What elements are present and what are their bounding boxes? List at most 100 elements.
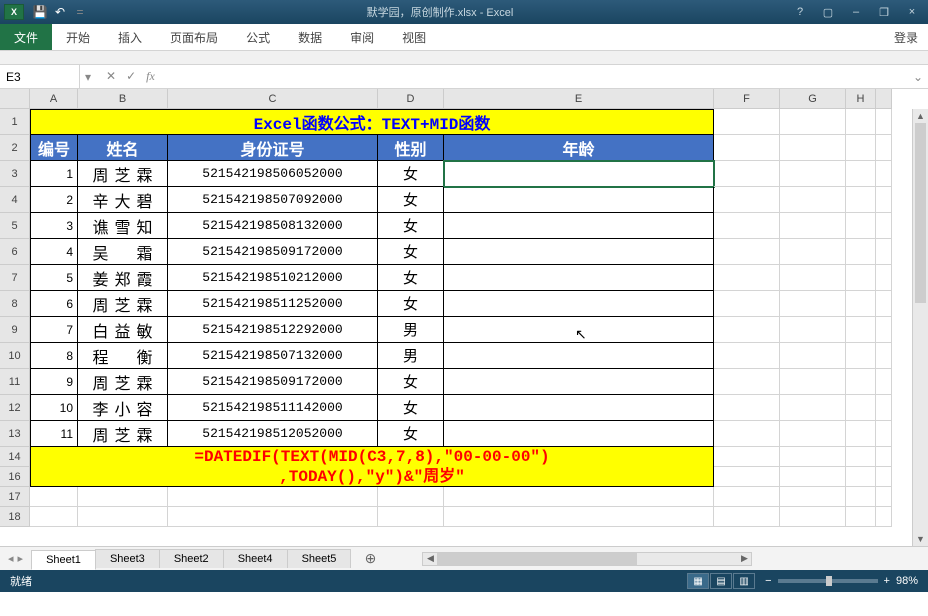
- cell-age[interactable]: [444, 343, 714, 369]
- row-header[interactable]: 17: [0, 487, 30, 507]
- cell-name[interactable]: 周芝霖: [78, 291, 168, 317]
- cell-age[interactable]: [444, 421, 714, 447]
- cell-id[interactable]: 6: [30, 291, 78, 317]
- header-cardno[interactable]: 身份证号: [168, 135, 378, 161]
- sheet-tab[interactable]: Sheet5: [287, 549, 352, 568]
- header-age[interactable]: 年龄: [444, 135, 714, 161]
- col-header[interactable]: C: [168, 89, 378, 109]
- header-gender[interactable]: 性别: [378, 135, 444, 161]
- scroll-thumb[interactable]: [437, 553, 637, 565]
- cell-id[interactable]: 9: [30, 369, 78, 395]
- row-header[interactable]: 8: [0, 291, 30, 317]
- vertical-scrollbar[interactable]: ▲ ▼: [912, 109, 928, 546]
- cell-name[interactable]: 辛大碧: [78, 187, 168, 213]
- row-header[interactable]: 9: [0, 317, 30, 343]
- cell-age[interactable]: [444, 161, 714, 187]
- sheet-tab[interactable]: Sheet1: [31, 550, 96, 570]
- col-header[interactable]: E: [444, 89, 714, 109]
- cell-cardno[interactable]: 521542198507092000: [168, 187, 378, 213]
- cancel-formula-icon[interactable]: ✕: [106, 69, 116, 84]
- cell-age[interactable]: [444, 369, 714, 395]
- cell-name[interactable]: 程 衡: [78, 343, 168, 369]
- name-box-dropdown[interactable]: ▾: [80, 70, 96, 84]
- cell-name[interactable]: 白益敏: [78, 317, 168, 343]
- cell-name[interactable]: 李小容: [78, 395, 168, 421]
- cell-id[interactable]: 1: [30, 161, 78, 187]
- name-box[interactable]: [0, 65, 80, 88]
- cell-cardno[interactable]: 521542198512052000: [168, 421, 378, 447]
- cell-name[interactable]: 谯雪知: [78, 213, 168, 239]
- tab-view[interactable]: 视图: [388, 24, 440, 50]
- cell-cardno[interactable]: 521542198510212000: [168, 265, 378, 291]
- cell-gender[interactable]: 男: [378, 343, 444, 369]
- cell-cardno[interactable]: 521542198506052000: [168, 161, 378, 187]
- minimize-button[interactable]: –: [848, 4, 864, 20]
- fx-icon[interactable]: fx: [146, 69, 155, 84]
- cell-age[interactable]: [444, 187, 714, 213]
- cell-age[interactable]: [444, 265, 714, 291]
- name-box-input[interactable]: [6, 70, 66, 84]
- close-button[interactable]: ×: [904, 4, 920, 20]
- redo-button[interactable]: =: [72, 4, 88, 20]
- cell-cardno[interactable]: 521542198509172000: [168, 239, 378, 265]
- title-cell[interactable]: Excel函数公式：TEXT+MID函数: [30, 109, 714, 135]
- view-normal-button[interactable]: ▦: [687, 573, 709, 589]
- tab-insert[interactable]: 插入: [104, 24, 156, 50]
- cell-cardno[interactable]: 521542198512292000: [168, 317, 378, 343]
- cell-gender[interactable]: 女: [378, 265, 444, 291]
- cell-id[interactable]: 10: [30, 395, 78, 421]
- cell-id[interactable]: 3: [30, 213, 78, 239]
- cell-name[interactable]: 姜郑霞: [78, 265, 168, 291]
- col-header[interactable]: A: [30, 89, 78, 109]
- row-header[interactable]: 6: [0, 239, 30, 265]
- cell-gender[interactable]: 女: [378, 291, 444, 317]
- row-header[interactable]: 1: [0, 109, 30, 135]
- cell-age[interactable]: [444, 213, 714, 239]
- save-button[interactable]: 💾: [32, 4, 48, 20]
- cell-age[interactable]: [444, 317, 714, 343]
- restore-button[interactable]: ❐: [876, 4, 892, 20]
- cell-id[interactable]: 5: [30, 265, 78, 291]
- row-header[interactable]: 2: [0, 135, 30, 161]
- zoom-slider[interactable]: [778, 579, 878, 583]
- cell-cardno[interactable]: 521542198511142000: [168, 395, 378, 421]
- cell-gender[interactable]: 女: [378, 239, 444, 265]
- cell-id[interactable]: 2: [30, 187, 78, 213]
- cell-age[interactable]: [444, 291, 714, 317]
- cell-id[interactable]: 7: [30, 317, 78, 343]
- cell-gender[interactable]: 女: [378, 161, 444, 187]
- col-header[interactable]: G: [780, 89, 846, 109]
- cell-id[interactable]: 11: [30, 421, 78, 447]
- cell-cardno[interactable]: 521542198509172000: [168, 369, 378, 395]
- row-header[interactable]: 3: [0, 161, 30, 187]
- scroll-thumb[interactable]: [915, 123, 926, 303]
- cell-gender[interactable]: 女: [378, 213, 444, 239]
- col-header[interactable]: F: [714, 89, 780, 109]
- cell-name[interactable]: 周芝霖: [78, 369, 168, 395]
- cell-id[interactable]: 4: [30, 239, 78, 265]
- scroll-left-icon[interactable]: ◀: [423, 553, 437, 565]
- sheet-nav-first-icon[interactable]: ◂: [8, 552, 14, 565]
- cell-cardno[interactable]: 521542198508132000: [168, 213, 378, 239]
- tab-data[interactable]: 数据: [284, 24, 336, 50]
- formula-bar-expand[interactable]: ⌄: [908, 70, 928, 84]
- sheet-tab[interactable]: Sheet4: [223, 549, 288, 568]
- cell-name[interactable]: 周芝霖: [78, 421, 168, 447]
- login-link[interactable]: 登录: [894, 29, 918, 46]
- row-header[interactable]: 10: [0, 343, 30, 369]
- scroll-down-icon[interactable]: ▼: [913, 532, 928, 546]
- row-header[interactable]: 16: [0, 467, 30, 487]
- view-layout-button[interactable]: ▤: [710, 573, 732, 589]
- row-header[interactable]: 7: [0, 265, 30, 291]
- cell-cardno[interactable]: 521542198511252000: [168, 291, 378, 317]
- sheet-nav-last-icon[interactable]: ▸: [18, 552, 24, 565]
- tab-layout[interactable]: 页面布局: [156, 24, 232, 50]
- row-header[interactable]: 18: [0, 507, 30, 527]
- zoom-thumb[interactable]: [826, 576, 832, 586]
- cell-gender[interactable]: 女: [378, 369, 444, 395]
- header-name[interactable]: 姓名: [78, 135, 168, 161]
- enter-formula-icon[interactable]: ✓: [126, 69, 136, 84]
- select-all-corner[interactable]: [0, 89, 30, 109]
- cell-id[interactable]: 8: [30, 343, 78, 369]
- cell-name[interactable]: 吴 霜: [78, 239, 168, 265]
